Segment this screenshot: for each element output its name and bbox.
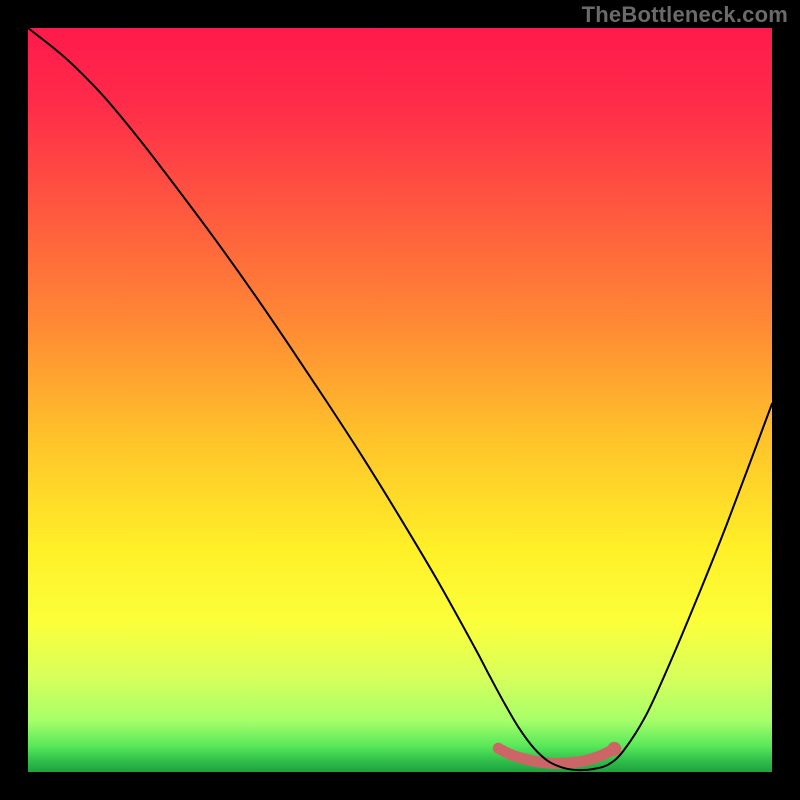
- watermark-text: TheBottleneck.com: [582, 2, 788, 28]
- bottleneck-chart: [0, 0, 800, 800]
- chart-container: TheBottleneck.com: [0, 0, 800, 800]
- optimal-band-end-dot: [607, 742, 621, 756]
